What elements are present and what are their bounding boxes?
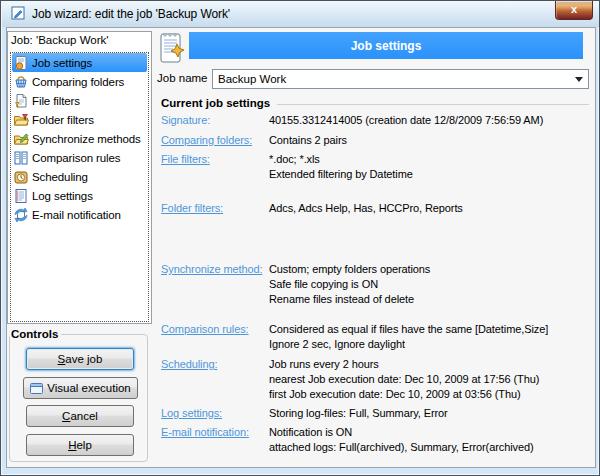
content-header-title: Job settings [351, 39, 422, 53]
comparing-folders-link[interactable]: Comparing folders: [161, 133, 252, 148]
window-icon [30, 383, 43, 394]
close-button[interactable]: x [555, 1, 593, 20]
columns-icon [13, 150, 29, 166]
sidebar-item-synchronize-methods[interactable]: Synchronize methods [11, 129, 148, 148]
sidebar-item-email-notification[interactable]: E-mail notification [11, 205, 148, 224]
job-name-label: Job name [157, 72, 208, 84]
row-file-filters: File filters: *.doc; *.xls Extended filt… [161, 152, 593, 182]
help-button[interactable]: Help [26, 434, 134, 456]
comparison-rules-link[interactable]: Comparison rules: [161, 322, 249, 337]
job-wizard-dialog: Job wizard: edit the job 'Backup Work' x… [0, 0, 600, 476]
sidebar-item-comparing-folders[interactable]: Comparing folders [11, 72, 148, 91]
mail-sync-icon [13, 207, 29, 223]
notepad-gear-icon [13, 55, 29, 71]
row-log-settings: Log settings: Storing log-files: Full, S… [161, 406, 593, 421]
section-title: Current job settings [161, 97, 589, 109]
page-funnel-icon [13, 93, 29, 109]
job-sections-list: Job settings Comparing folders File filt… [10, 52, 149, 322]
controls-legend: Controls [10, 328, 61, 340]
sidebar-item-scheduling[interactable]: Scheduling [11, 167, 148, 186]
folder-funnel-icon [13, 112, 29, 128]
synchronize-method-link[interactable]: Synchronize method: [161, 262, 262, 277]
row-signature: Signature: 40155.3312414005 (creation da… [161, 113, 593, 128]
sidebar-item-file-filters[interactable]: File filters [11, 91, 148, 110]
row-comparison-rules: Comparison rules: Considered as equal if… [161, 322, 593, 352]
folder-filters-link[interactable]: Folder filters: [161, 201, 223, 216]
row-folder-filters: Folder filters: Adcs, Adcs Help, Has, HC… [161, 201, 593, 216]
scheduling-link[interactable]: Scheduling: [161, 357, 217, 372]
content-header-bar: Job settings [189, 32, 583, 59]
sidebar-header: Job: 'Backup Work' [11, 34, 109, 46]
email-notification-link[interactable]: E-mail notification: [161, 425, 249, 440]
log-settings-link[interactable]: Log settings: [161, 406, 222, 421]
sidebar-panel: Job: 'Backup Work' Job settings Comparin… [7, 31, 152, 324]
row-synchronize-method: Synchronize method: Custom; empty folder… [161, 262, 593, 307]
sidebar-item-log-settings[interactable]: Log settings [11, 186, 148, 205]
sidebar-item-folder-filters[interactable]: Folder filters [11, 110, 148, 129]
file-filters-link[interactable]: File filters: [161, 152, 210, 167]
clock-icon [13, 169, 29, 185]
folder-pencil-icon [13, 131, 29, 147]
row-comparing-folders: Comparing folders: Contains 2 pairs [161, 133, 593, 148]
save-job-button[interactable]: Save job [26, 348, 134, 370]
close-icon: x [571, 3, 577, 15]
signature-link[interactable]: Signature: [161, 113, 210, 128]
signature-value: 40155.3312414005 (creation date 12/8/200… [269, 113, 593, 128]
job-settings-page-icon [155, 31, 187, 65]
row-scheduling: Scheduling: Job runs every 2 hours neare… [161, 357, 593, 402]
app-icon [11, 6, 25, 20]
window-title: Job wizard: edit the job 'Backup Work' [32, 7, 230, 21]
titlebar[interactable]: Job wizard: edit the job 'Backup Work' [2, 1, 600, 27]
chevron-down-icon[interactable] [575, 77, 583, 86]
cancel-button[interactable]: Cancel [26, 405, 134, 427]
job-name-combobox[interactable]: Backup Work [212, 69, 589, 89]
sidebar-item-job-settings[interactable]: Job settings [12, 53, 147, 72]
sidebar-item-comparison-rules[interactable]: Comparison rules [11, 148, 148, 167]
visual-execution-button[interactable]: Visual execution [23, 377, 138, 399]
row-email-notification: E-mail notification: Notification is ON … [161, 425, 593, 455]
lined-page-icon [13, 188, 29, 204]
basket-icon [13, 74, 29, 90]
